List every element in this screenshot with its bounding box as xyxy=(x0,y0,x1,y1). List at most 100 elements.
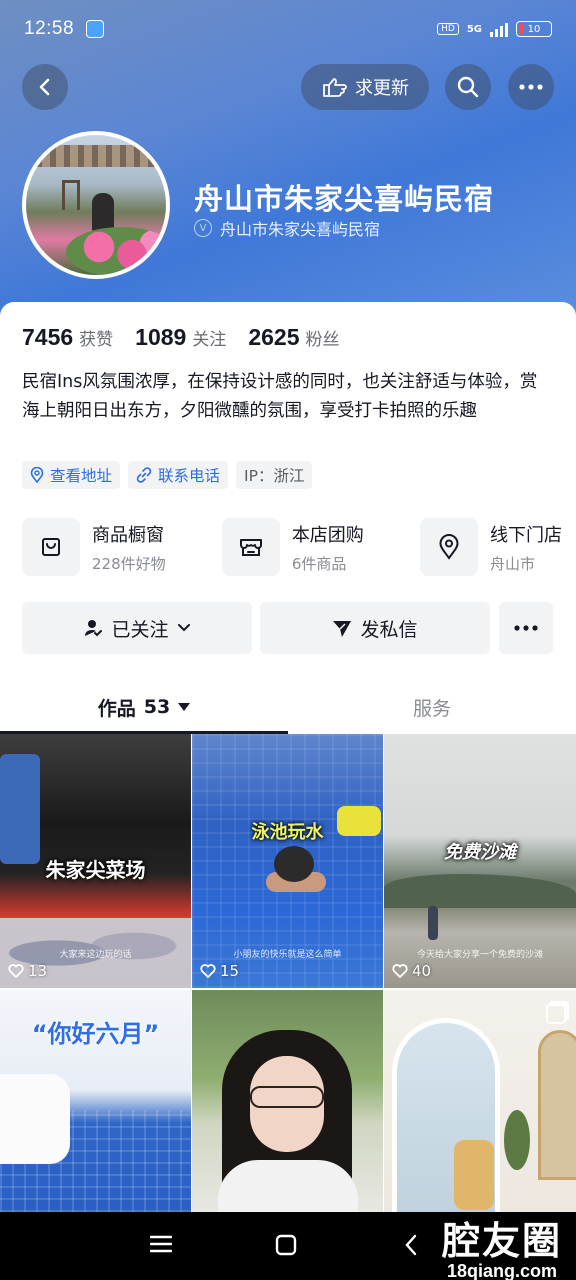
stat-followers[interactable]: 2625 粉丝 xyxy=(248,324,339,351)
work-tile[interactable]: 泳池玩水 小朋友的快乐就是这么简单 15 xyxy=(192,734,383,988)
work-subtitle: 大家来这边玩的话 xyxy=(59,950,132,960)
back-nav-button[interactable] xyxy=(404,1234,418,1260)
stat-likes-label: 获赞 xyxy=(79,330,114,350)
heart-icon xyxy=(8,964,24,978)
ip-location-tag: IP：浙江 xyxy=(236,461,313,489)
work-caption: 免费沙滩 xyxy=(444,842,516,863)
work-caption: “你好六月” xyxy=(31,1020,160,1048)
battery-level: 10 xyxy=(527,23,541,35)
profile-tags: 查看地址 联系电话 IP：浙江 xyxy=(22,461,313,489)
back-button[interactable] xyxy=(22,64,68,110)
view-address-label: 查看地址 xyxy=(50,467,113,485)
more-horizontal-icon xyxy=(519,84,543,90)
send-message-label: 发私信 xyxy=(360,618,418,641)
multi-image-icon xyxy=(546,1004,566,1024)
send-message-button[interactable]: 发私信 xyxy=(260,602,490,654)
work-likes: 15 xyxy=(200,962,239,980)
chevron-down-icon xyxy=(177,624,190,632)
work-tile[interactable]: “你好六月” xyxy=(0,990,191,1212)
verified-name: 舟山市朱家尖喜屿民宿 xyxy=(220,220,381,239)
group-buy-icon xyxy=(221,518,280,576)
view-address-tag[interactable]: 查看地址 xyxy=(22,461,121,489)
stat-following-label: 关注 xyxy=(192,330,227,350)
location-icon xyxy=(30,467,44,483)
work-tile[interactable] xyxy=(384,990,576,1212)
watermark-sub: 18qiang.com xyxy=(446,1261,557,1280)
entry-group-buy[interactable]: 本店团购 6件商品 xyxy=(221,518,364,576)
followed-button[interactable]: 已关注 xyxy=(22,602,252,654)
work-likes-count: 15 xyxy=(220,962,240,980)
home-square-icon xyxy=(275,1234,297,1256)
verified-badge-icon: V xyxy=(194,219,212,237)
entry-offline-store-title: 线下门店 xyxy=(489,524,562,546)
menu-nav-button[interactable] xyxy=(149,1234,173,1258)
profile-bio: 民宿Ins风氛围浓厚，在保持设计感的同时，也关注舒适与体验，赏海上朝阳日出东方，… xyxy=(22,372,538,421)
watermark: 腔友圈 18qiang.com xyxy=(442,1210,562,1280)
stat-following-value: 1089 xyxy=(135,324,187,350)
stat-followers-value: 2625 xyxy=(248,324,300,350)
status-time: 12:58 xyxy=(24,18,75,39)
work-caption: 泳池玩水 xyxy=(251,822,324,843)
search-button[interactable] xyxy=(445,64,491,110)
tab-works-count: 53 xyxy=(143,696,171,718)
link-icon xyxy=(136,467,152,483)
work-subtitle: 小朋友的快乐就是这么简单 xyxy=(233,950,342,960)
caret-down-icon xyxy=(178,703,191,711)
shop-bag-icon xyxy=(22,518,80,576)
shop-entries: 商品橱窗 228件好物 本店团购 6件商品 线下门店 舟山市 xyxy=(22,518,562,576)
search-icon xyxy=(457,76,479,98)
thumb-point-icon xyxy=(323,78,347,97)
send-icon xyxy=(333,621,352,637)
stat-following[interactable]: 1089 关注 xyxy=(135,324,226,351)
status-bar: 12:58 HD 5G 10 xyxy=(0,0,576,58)
entry-showcase-title: 商品橱窗 xyxy=(92,524,164,546)
tab-works[interactable]: 作品 53 xyxy=(0,680,288,734)
tab-service-label: 服务 xyxy=(412,697,451,720)
network-label: 5G xyxy=(466,23,482,35)
followed-label: 已关注 xyxy=(111,618,169,641)
work-tile[interactable] xyxy=(192,990,383,1212)
battery-icon: 10 xyxy=(516,21,552,37)
content-tabs: 作品 53 服务 xyxy=(0,680,576,734)
tab-service[interactable]: 服务 xyxy=(288,680,576,734)
request-update-label: 求更新 xyxy=(355,78,409,99)
profile-card: 7456 获赞 1089 关注 2625 粉丝 民宿Ins风氛围浓厚，在保持设计感的同… xyxy=(0,302,576,732)
work-likes-count: 40 xyxy=(412,962,432,980)
entry-showcase-sub: 228件好物 xyxy=(92,554,166,573)
work-tile[interactable]: 免费沙滩 今天给大家分享一个免费的沙滩 40 xyxy=(384,734,576,988)
home-nav-button[interactable] xyxy=(275,1234,297,1260)
more-button[interactable] xyxy=(508,64,554,110)
work-likes-count: 13 xyxy=(28,962,48,980)
more-actions-button[interactable] xyxy=(499,602,553,654)
work-tile[interactable]: 朱家尖菜场 大家来这边玩的话 13 xyxy=(0,734,191,988)
stat-likes-value: 7456 xyxy=(22,324,74,350)
signal-icon xyxy=(490,21,508,37)
entry-group-buy-title: 本店团购 xyxy=(291,524,364,546)
avatar[interactable] xyxy=(22,131,170,279)
entry-offline-store-sub: 舟山市 xyxy=(489,554,535,573)
status-indicators: HD 5G 10 xyxy=(437,21,552,37)
request-update-button[interactable]: 求更新 xyxy=(301,64,429,110)
profile-name: 舟山市朱家尖喜屿民宿 xyxy=(194,182,495,216)
contact-phone-tag[interactable]: 联系电话 xyxy=(128,461,229,489)
work-subtitle: 今天给大家分享一个免费的沙滩 xyxy=(416,950,543,960)
heart-icon xyxy=(200,964,216,978)
stat-followers-label: 粉丝 xyxy=(305,330,340,350)
profile-actions: 已关注 发私信 xyxy=(22,602,554,654)
entry-showcase[interactable]: 商品橱窗 228件好物 xyxy=(22,518,166,576)
works-grid: 朱家尖菜场 大家来这边玩的话 13 泳池玩水 小朋友的快乐就是这么简单 15 免… xyxy=(0,734,576,1212)
contact-phone-label: 联系电话 xyxy=(158,467,221,485)
watermark-main: 腔友圈 xyxy=(441,1219,562,1263)
location-pin-icon xyxy=(419,518,478,576)
work-caption: 朱家尖菜场 xyxy=(45,858,146,882)
menu-icon xyxy=(149,1235,173,1253)
entry-group-buy-sub: 6件商品 xyxy=(291,554,347,573)
entry-offline-store[interactable]: 线下门店 舟山市 xyxy=(419,518,562,576)
user-check-icon xyxy=(85,620,103,637)
work-likes: 13 xyxy=(8,962,47,980)
chevron-left-icon xyxy=(39,78,50,96)
back-arrow-icon xyxy=(405,1234,417,1256)
heart-icon xyxy=(392,964,408,978)
verified-account: V 舟山市朱家尖喜屿民宿 xyxy=(194,216,380,240)
stat-likes[interactable]: 7456 获赞 xyxy=(22,324,113,351)
